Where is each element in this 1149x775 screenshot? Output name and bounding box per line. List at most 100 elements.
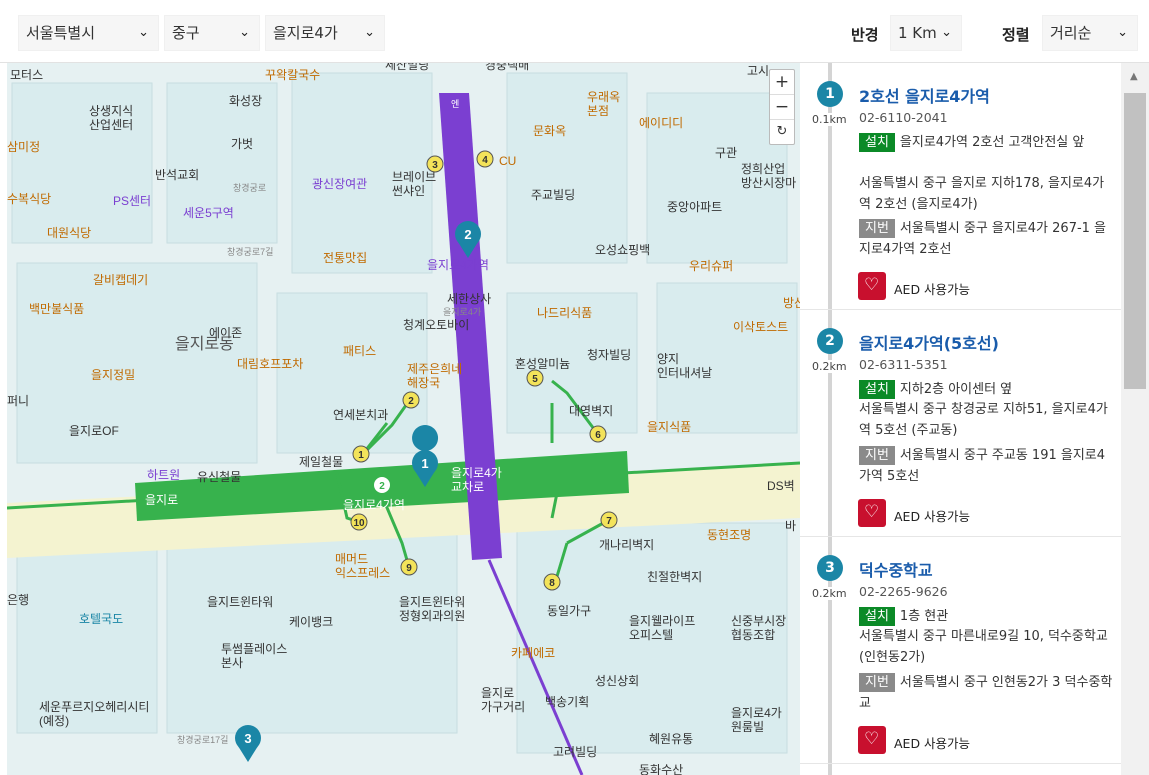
map-label: 케이뱅크 — [289, 615, 333, 629]
map-label: 유신철물 — [197, 470, 241, 484]
radius-label: 반경 — [851, 26, 879, 44]
map-label: 에이존 — [209, 326, 242, 340]
item-phone: 02-2265-9626 — [859, 584, 948, 599]
zoom-out-button[interactable]: − — [770, 95, 794, 120]
map-canvas[interactable]: 3 4 2 1 10 9 5 6 7 8 2 1 2 3 모터스 꾸왁칼국수 세… — [7, 63, 800, 775]
map-label: 나드리식품 — [537, 306, 592, 320]
map-label: 엔 — [451, 99, 459, 109]
map-label: 창경궁로17길 — [177, 734, 228, 745]
item-address: 서울특별시 중구 마른내로9길 10, 덕수중학교 (인현동2가) — [859, 629, 1108, 665]
map-label: 창경궁로7길 — [227, 246, 273, 257]
aed-status: AED 사용가능 — [894, 282, 971, 297]
map-label: 화성장 — [229, 94, 262, 108]
map-label: 제일철물 — [299, 455, 343, 469]
scroll-up-icon[interactable]: ▲ — [1130, 71, 1138, 82]
map-label: 가벗 — [231, 137, 253, 151]
item-install: 설치 을지로4가역 2호선 고객안전실 앞 — [859, 132, 1114, 153]
svg-text:5: 5 — [532, 374, 538, 385]
heart-icon: ♡ — [858, 499, 886, 527]
lot-text: 서울특별시 중구 주교동 191 을지로4가역 5호선 — [859, 448, 1106, 484]
map-label: 경충택배 — [485, 63, 529, 72]
map-label: 고시 — [747, 64, 769, 78]
install-tag: 설치 — [859, 607, 895, 626]
map-label: 오성쇼핑백 — [595, 243, 650, 257]
item-name-link[interactable]: 2호선 을지로4가역 — [859, 83, 990, 107]
list-scrollbar[interactable]: ▲ — [1121, 63, 1149, 775]
marker-3-label: 3 — [244, 731, 251, 746]
map-label: 세산빌딩 — [385, 63, 429, 72]
map-label: 카페에코 — [511, 646, 555, 660]
map-label: 을지정밀 — [91, 368, 135, 382]
lot-text: 서울특별시 중구 인현동2가 3 덕수중학교 — [859, 675, 1113, 711]
city-select-value: 서울특별시 — [26, 24, 96, 42]
dong-select[interactable]: 을지로4가 ⌄ — [265, 15, 385, 51]
list-item[interactable]: 1 0.1km 2호선 을지로4가역 02-6110-2041 설치 을지로4가역… — [800, 63, 1121, 310]
install-tag: 설치 — [859, 380, 895, 399]
lot-text: 서울특별시 중구 을지로4가 267-1 을지로4가역 2호선 — [859, 221, 1107, 257]
map-label: 하트원 — [147, 468, 180, 482]
list-item[interactable]: 3 0.2km 덕수중학교 02-2265-9626 설치 1층 현관 서울특별시… — [800, 537, 1121, 764]
map-label: 을지로4가 — [443, 307, 481, 317]
map-label: DS벽 — [767, 479, 795, 493]
item-name-link[interactable]: 을지로4가역(5호선) — [859, 330, 999, 354]
svg-text:9: 9 — [406, 563, 412, 574]
map-label: 은행 — [7, 592, 29, 607]
scrollbar-thumb[interactable] — [1124, 93, 1146, 389]
map-label: 성신상회 — [595, 674, 639, 688]
sort-select-value: 거리순 — [1050, 24, 1092, 42]
chevron-down-icon: ⌄ — [239, 25, 250, 40]
svg-text:4: 4 — [482, 155, 488, 166]
install-text: 지하2층 아이센터 옆 — [899, 382, 1013, 397]
map-label: 광신장여관 — [312, 177, 367, 191]
list-item[interactable]: 2 0.2km 을지로4가역(5호선) 02-6311-5351 설치 지하2층 … — [800, 310, 1121, 537]
map-label: 전통맛집 — [323, 251, 367, 265]
install-text: 1층 현관 — [899, 609, 949, 624]
map-label: 세한상사 — [447, 292, 491, 306]
lot-tag: 지번 — [859, 446, 895, 465]
install-tag: 설치 — [859, 133, 895, 152]
map-label: 대영벽지 — [569, 404, 613, 418]
map-label: 모터스 — [10, 68, 43, 82]
item-number: 1 — [817, 81, 843, 107]
district-select[interactable]: 중구 ⌄ — [164, 15, 260, 51]
map-view[interactable]: 3 4 2 1 10 9 5 6 7 8 2 1 2 3 모터스 꾸왁칼국수 세… — [7, 63, 800, 775]
item-distance: 0.1km — [812, 113, 847, 126]
map-label: 혜원유통 — [649, 732, 693, 746]
map-label: 수복식당 — [7, 192, 51, 206]
map-label: 동일가구 — [547, 604, 591, 618]
zoom-in-button[interactable]: + — [770, 70, 794, 95]
svg-text:2: 2 — [379, 481, 385, 492]
map-label: 을지식품 — [647, 420, 691, 434]
reset-view-button[interactable]: ↻ — [770, 120, 794, 144]
city-select[interactable]: 서울특별시 ⌄ — [18, 15, 159, 51]
radius-select[interactable]: 1 Km ⌄ — [890, 15, 962, 51]
map-label: 문화옥 — [533, 124, 566, 138]
map-label: 을지로 — [145, 493, 178, 507]
map-label: 상생지식 산업센터 — [89, 104, 133, 132]
svg-text:6: 6 — [595, 430, 601, 441]
map-label: 대원식당 — [47, 226, 91, 240]
map-label: 구관 — [715, 146, 737, 160]
aed-status: AED 사용가능 — [894, 509, 971, 524]
item-lot: 지번 서울특별시 중구 인현동2가 3 덕수중학교 — [859, 672, 1114, 714]
map-label: 개나리벽지 — [599, 538, 654, 552]
svg-text:2: 2 — [408, 396, 414, 407]
marker-2-label: 2 — [464, 227, 471, 242]
item-phone: 02-6311-5351 — [859, 357, 948, 372]
sort-select[interactable]: 거리순 ⌄ — [1042, 15, 1138, 51]
map-label: 혼성알미늄 — [515, 357, 570, 371]
map-label: 고려빌딩 — [553, 745, 597, 759]
map-label: 갈비캡데기 — [93, 273, 148, 287]
item-name-link[interactable]: 덕수중학교 — [859, 557, 933, 581]
heart-icon: ♡ — [858, 272, 886, 300]
map-label: 을지로4가역 — [343, 498, 405, 512]
map-label: 백송기획 — [545, 695, 589, 709]
map-label: 백만불식품 — [29, 302, 84, 316]
map-label: 우리슈퍼 — [689, 259, 733, 273]
item-distance: 0.2km — [812, 360, 847, 373]
chevron-down-icon: ⌄ — [364, 25, 375, 40]
svg-text:8: 8 — [549, 578, 555, 589]
map-label: 중앙아파트 — [667, 200, 722, 214]
chevron-down-icon: ⌄ — [941, 25, 952, 40]
map-label: PS센터 — [113, 194, 151, 208]
